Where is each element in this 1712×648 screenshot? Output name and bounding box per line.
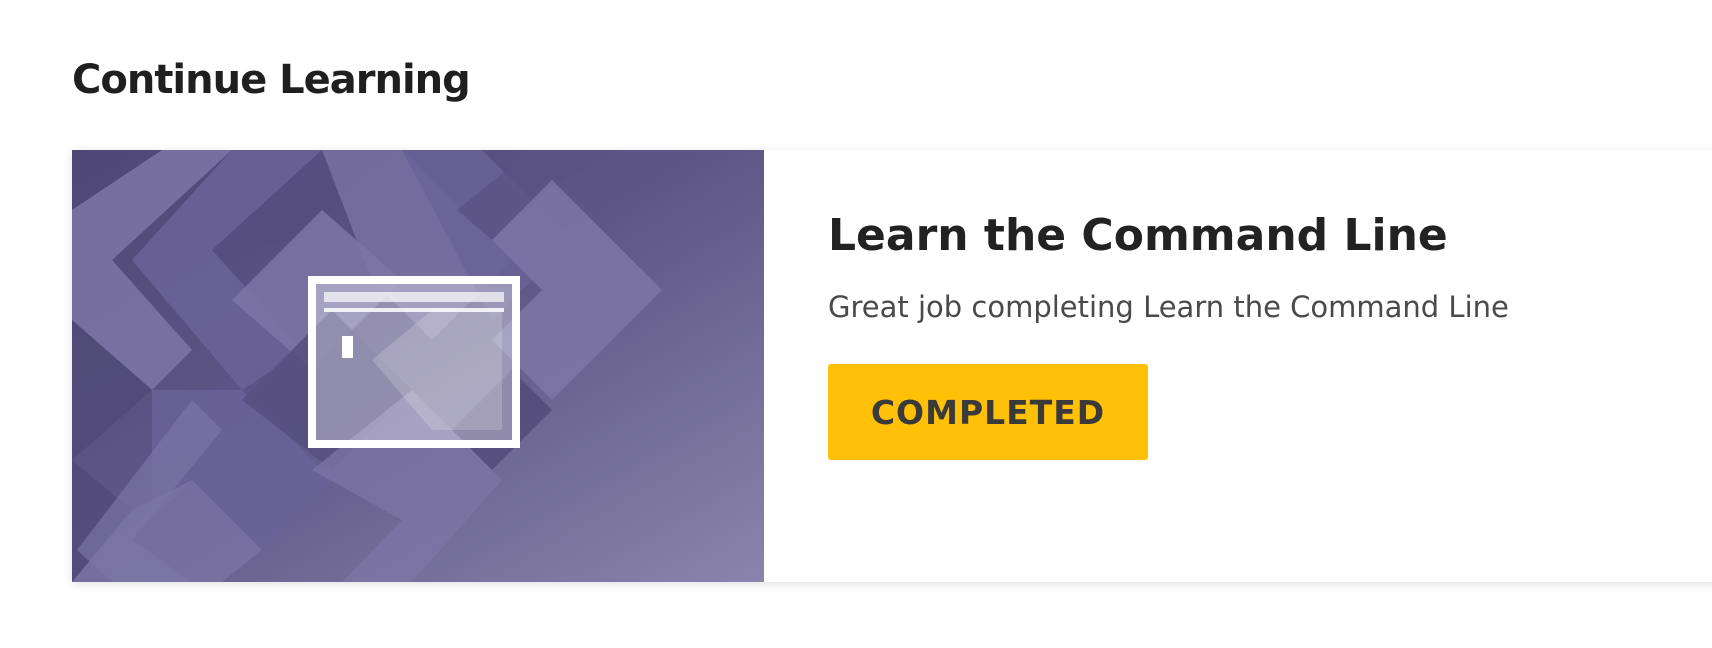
terminal-window-icon — [308, 276, 520, 448]
section-title: Continue Learning — [72, 57, 471, 103]
course-title[interactable]: Learn the Command Line — [828, 210, 1448, 261]
course-progress-message: Great job completing Learn the Command L… — [828, 290, 1509, 324]
course-thumbnail-art — [72, 150, 662, 582]
course-info: Learn the Command Line Great job complet… — [764, 150, 1712, 582]
course-card[interactable]: Learn the Command Line Great job complet… — [72, 150, 1712, 582]
completed-button[interactable]: COMPLETED — [828, 364, 1148, 460]
course-thumbnail[interactable] — [72, 150, 764, 582]
